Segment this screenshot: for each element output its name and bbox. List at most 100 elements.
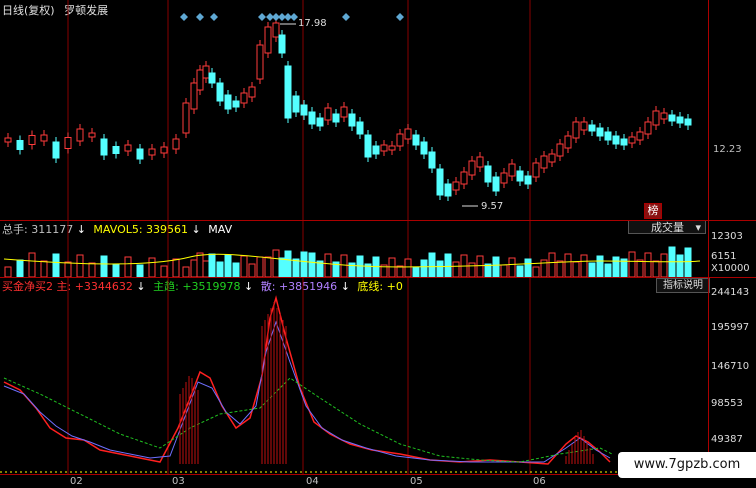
candle-body <box>652 110 660 126</box>
candle-body <box>76 128 84 142</box>
candle-body <box>644 121 652 135</box>
candle-body <box>356 121 364 135</box>
volume-bar <box>444 253 452 277</box>
candle-body <box>4 137 12 143</box>
volume-bar <box>196 252 204 277</box>
volume-bar <box>190 259 198 277</box>
rank-badge[interactable]: 榜 <box>644 203 662 219</box>
candle-body <box>580 121 588 131</box>
volume-bar <box>224 254 232 277</box>
volume-bar <box>136 264 144 277</box>
volume-bar <box>484 263 492 277</box>
volume-bar <box>76 254 84 277</box>
volume-bar <box>16 259 24 277</box>
volume-bar <box>324 253 332 277</box>
indicator-tick: 146710 <box>711 361 750 372</box>
candle-body <box>124 144 132 152</box>
volume-bar <box>272 249 280 277</box>
volume-bar <box>564 253 572 277</box>
indicator-lines[interactable] <box>0 278 708 474</box>
candle-body <box>596 127 604 137</box>
x-axis-label: 04 <box>306 476 319 487</box>
candle-body <box>248 86 256 98</box>
candle-body <box>172 138 180 150</box>
candle-body <box>428 151 436 169</box>
candle-body <box>278 34 286 54</box>
volume-bar <box>124 256 132 277</box>
volume-bar <box>428 252 436 277</box>
candle-body <box>240 92 248 104</box>
candle-body <box>64 137 72 149</box>
candle-body <box>40 134 48 142</box>
candle-body <box>476 156 484 168</box>
volume-bar <box>278 257 286 277</box>
price-panel[interactable]: 日线(复权) 罗顿发展 17.98 9.57 <box>0 0 708 220</box>
candle-body <box>224 94 232 110</box>
candle-body <box>508 163 516 177</box>
candle-body <box>628 136 636 144</box>
volume-bar <box>4 266 12 277</box>
candle-body <box>460 171 468 185</box>
candle-body <box>420 141 428 155</box>
indicator-tick: 195997 <box>711 322 750 333</box>
candle-body <box>468 160 476 176</box>
volume-bar <box>240 255 248 277</box>
indicator-help-button[interactable]: 指标说明 <box>656 278 710 293</box>
volume-bar <box>216 261 224 277</box>
low-price-label: 9.57 <box>481 201 504 212</box>
candle-body <box>604 131 612 141</box>
volume-bar <box>248 263 256 277</box>
watermark: www.7gpzb.com <box>618 452 756 478</box>
volume-bar <box>412 266 420 277</box>
volume-panel[interactable]: 总手: 311177 ↓ MAVOL5: 339561 ↓ MAV <box>0 221 708 277</box>
volume-unit: X10000 <box>711 263 750 274</box>
candle-body <box>620 138 628 146</box>
candle-body <box>436 168 444 196</box>
candle-body <box>348 113 356 127</box>
candle-body <box>202 65 210 79</box>
candle-body <box>284 65 292 119</box>
volume-bar <box>468 262 476 277</box>
volume-bar <box>88 262 96 277</box>
volume-bar <box>404 258 412 277</box>
candle-body <box>256 44 264 80</box>
candle-body <box>272 22 280 38</box>
candle-body <box>660 112 668 120</box>
candle-body <box>88 132 96 138</box>
volume-bar <box>628 251 636 277</box>
candle-body <box>452 181 460 191</box>
volume-bar <box>588 262 596 277</box>
volume-bar <box>492 256 500 277</box>
candle-body <box>636 131 644 141</box>
candle-body <box>232 100 240 108</box>
volume-tick: 12303 <box>711 231 743 242</box>
indicator-tick: 49387 <box>711 434 743 445</box>
candle-body <box>404 128 412 140</box>
volume-bar <box>300 251 308 277</box>
candle-body <box>444 183 452 197</box>
volume-bar <box>660 253 668 277</box>
candle-body <box>588 124 596 132</box>
volume-bar <box>420 259 428 277</box>
volume-bar <box>580 254 588 277</box>
candle-body <box>492 176 500 192</box>
indicator-panel[interactable]: 买金净买2 主: +3344632 ↓ 主趋: +3519978 ↓ 散: +3… <box>0 278 708 474</box>
volume-bar <box>476 255 484 277</box>
candle-body <box>548 153 556 163</box>
x-axis-label: 05 <box>410 476 423 487</box>
candle-body <box>572 121 580 139</box>
candle-body <box>412 134 420 146</box>
volume-bar <box>684 247 692 277</box>
candlestick-chart[interactable] <box>0 0 708 220</box>
signal-diamond-icon <box>196 13 204 21</box>
candle-body <box>196 69 204 91</box>
x-axis-label: 06 <box>533 476 546 487</box>
indicator-axis: 244143 195997 146710 98553 49387 <box>708 278 756 474</box>
volume-tick: 6151 <box>711 251 737 262</box>
mavol5-line <box>3 253 701 268</box>
candle-body <box>500 172 508 184</box>
candle-body <box>340 106 348 118</box>
candle-body <box>332 113 340 123</box>
candle-body <box>324 107 332 121</box>
volume-bars[interactable] <box>0 221 708 277</box>
